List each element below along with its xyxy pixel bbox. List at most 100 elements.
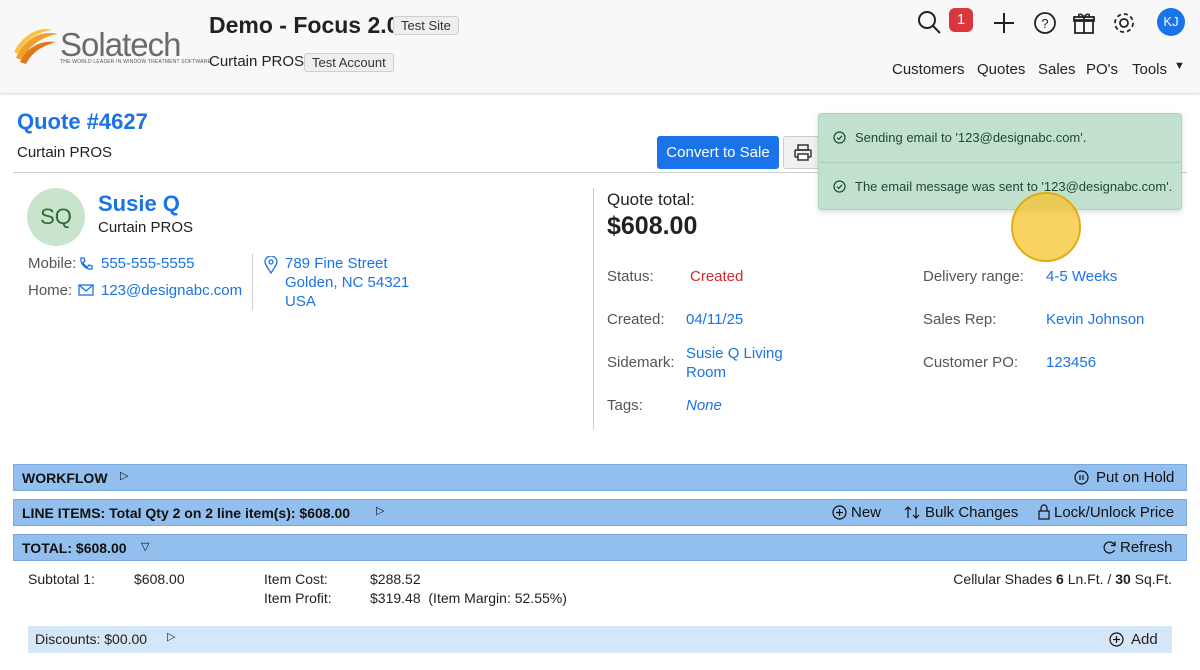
plus-circle-icon <box>1109 632 1124 647</box>
sales-rep-label: Sales Rep: <box>923 311 997 328</box>
chevron-down-icon[interactable]: ▼ <box>1174 60 1185 72</box>
sidemark-value-line2[interactable]: Room <box>686 364 726 381</box>
check-circle-icon <box>833 131 846 144</box>
customer-po-label: Customer PO: <box>923 354 1019 371</box>
product-sqft: 30 <box>1115 571 1131 587</box>
delivery-range-label: Delivery range: <box>923 268 1024 285</box>
plus-circle-icon <box>832 505 847 520</box>
svg-text:?: ? <box>1041 16 1048 31</box>
account-name: Curtain PROS <box>209 53 305 70</box>
home-label: Home: <box>28 282 73 299</box>
quote-total-label: Quote total: <box>607 190 695 209</box>
bulk-changes-button[interactable]: Bulk Changes <box>925 504 1018 521</box>
sales-rep-value[interactable]: Kevin Johnson <box>1046 311 1144 328</box>
logo-tagline: THE WORLD LEADER IN WINDOW TREATMENT SOF… <box>60 59 212 65</box>
add-discount-button[interactable]: Add <box>1131 631 1158 648</box>
bulk-changes-icon <box>904 505 920 520</box>
toast-sending[interactable]: Sending email to '123@designabc.com'. <box>819 114 1181 162</box>
summary-divider <box>593 188 594 430</box>
print-button[interactable] <box>783 136 823 169</box>
customer-name[interactable]: Susie Q <box>98 191 180 217</box>
expand-icon[interactable]: ▷ <box>167 630 175 643</box>
delivery-range-value[interactable]: 4-5 Weeks <box>1046 268 1117 285</box>
expand-icon[interactable]: ▷ <box>120 469 128 482</box>
mail-icon <box>78 283 94 297</box>
sidemark-value-line1[interactable]: Susie Q Living <box>686 345 783 362</box>
product-sqft-unit: Sq.Ft. <box>1130 571 1172 587</box>
address-line3[interactable]: USA <box>285 293 316 310</box>
line-items-bar[interactable]: LINE ITEMS: Total Qty 2 on 2 line item(s… <box>13 499 1187 526</box>
nav-sales[interactable]: Sales <box>1038 61 1076 78</box>
status-value[interactable]: Created <box>690 268 743 285</box>
app-header: Solatech THE WORLD LEADER IN WINDOW TREA… <box>0 0 1200 94</box>
gear-icon[interactable] <box>1111 10 1137 36</box>
product-lnft: 6 <box>1056 571 1064 587</box>
solatech-logo[interactable]: Solatech THE WORLD LEADER IN WINDOW TREA… <box>12 26 211 70</box>
logo-swoosh-icon <box>14 29 58 64</box>
address-line2[interactable]: Golden, NC 54321 <box>285 274 409 291</box>
contact-divider <box>252 254 253 310</box>
location-icon <box>264 256 278 274</box>
user-avatar[interactable]: KJ <box>1157 8 1185 36</box>
line-items-title: LINE ITEMS: Total Qty 2 on 2 line item(s… <box>22 505 351 521</box>
toast-sent[interactable]: The email message was sent to '123@desig… <box>819 163 1181 211</box>
print-icon <box>794 144 812 161</box>
tags-label: Tags: <box>607 397 643 414</box>
notification-badge[interactable]: 1 <box>949 8 973 32</box>
site-title: Demo - Focus 2.0 <box>209 12 400 38</box>
item-profit-value: $319.48 (Item Margin: 52.55%) <box>370 590 567 606</box>
help-icon[interactable]: ? <box>1032 10 1058 36</box>
convert-to-sale-button[interactable]: Convert to Sale <box>657 136 779 169</box>
nav-quotes[interactable]: Quotes <box>977 61 1025 78</box>
item-cost-label: Item Cost: <box>264 571 328 587</box>
subtotal-label: Subtotal 1: <box>28 571 95 587</box>
created-label: Created: <box>607 311 665 328</box>
total-bar[interactable]: TOTAL: $608.00 ▽ Refresh <box>13 534 1187 561</box>
collapse-icon[interactable]: ▽ <box>141 540 149 553</box>
mobile-label: Mobile: <box>28 255 77 272</box>
workflow-bar[interactable]: WORKFLOW ▷ Put on Hold <box>13 464 1187 491</box>
product-name: Cellular Shades <box>953 571 1057 587</box>
toast-message: Sending email to '123@designabc.com'. <box>855 130 1087 145</box>
cursor-highlight <box>1011 192 1081 262</box>
email-link[interactable]: 123@designabc.com <box>101 282 242 299</box>
plus-icon[interactable] <box>991 10 1017 36</box>
quote-company: Curtain PROS <box>17 144 113 161</box>
quote-title: Quote #4627 <box>17 109 148 134</box>
tags-value[interactable]: None <box>686 397 722 414</box>
workflow-title: WORKFLOW <box>22 470 108 486</box>
discounts-bar[interactable]: Discounts: $00.00 ▷ Add <box>28 626 1172 653</box>
status-label: Status: <box>607 268 654 285</box>
product-summary: Cellular Shades 6 Ln.Ft. / 30 Sq.Ft. <box>953 571 1172 587</box>
account-badge: Test Account <box>304 53 394 72</box>
new-line-item-button[interactable]: New <box>851 504 881 521</box>
refresh-icon <box>1102 540 1117 555</box>
customer-company: Curtain PROS <box>98 219 194 236</box>
address-line1[interactable]: 789 Fine Street <box>285 255 388 272</box>
created-value[interactable]: 04/11/25 <box>686 311 743 328</box>
customer-po-value[interactable]: 123456 <box>1046 354 1096 371</box>
put-on-hold-button[interactable]: Put on Hold <box>1096 469 1174 486</box>
site-badge: Test Site <box>393 16 459 35</box>
nav-customers[interactable]: Customers <box>892 61 965 78</box>
quote-total-value: $608.00 <box>607 212 698 240</box>
item-profit-label: Item Profit: <box>264 590 332 606</box>
check-circle-icon <box>833 180 846 193</box>
sidemark-label: Sidemark: <box>607 354 675 371</box>
discounts-label: Discounts: $00.00 <box>35 631 148 647</box>
search-icon[interactable] <box>917 10 943 36</box>
nav-pos[interactable]: PO's <box>1086 61 1118 78</box>
pause-icon <box>1074 470 1089 485</box>
lock-unlock-price-button[interactable]: Lock/Unlock Price <box>1054 504 1174 521</box>
total-title: TOTAL: $608.00 <box>22 540 127 556</box>
refresh-button[interactable]: Refresh <box>1120 539 1173 556</box>
customer-avatar: SQ <box>27 188 85 246</box>
gift-icon[interactable] <box>1071 10 1097 36</box>
toast-message: The email message was sent to '123@desig… <box>855 179 1173 194</box>
expand-icon[interactable]: ▷ <box>376 504 384 517</box>
mobile-phone-link[interactable]: 555-555-5555 <box>101 255 194 272</box>
phone-icon <box>78 256 94 272</box>
item-cost-value: $288.52 <box>370 571 421 587</box>
nav-tools[interactable]: Tools <box>1132 61 1167 78</box>
subtotal-value: $608.00 <box>134 571 185 587</box>
